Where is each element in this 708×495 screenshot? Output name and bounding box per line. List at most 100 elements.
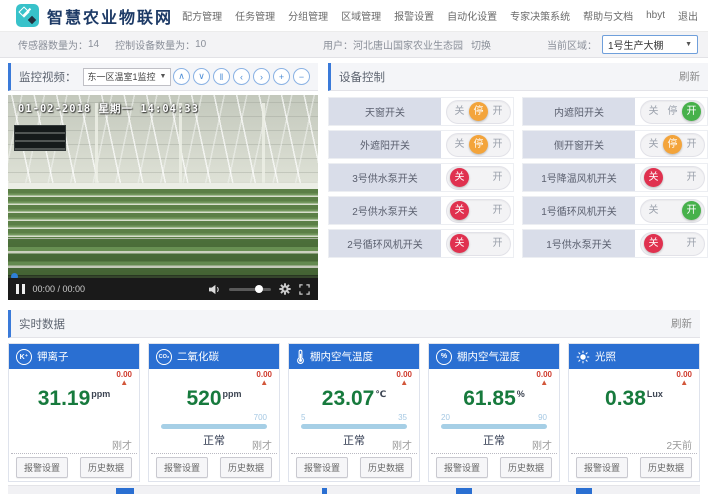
video-player[interactable]: 01-02-2018 星期一 14:04:33 00:00 / 00:00: [8, 95, 318, 300]
sensor-range: 535: [301, 414, 407, 422]
sensor-value-number: 520: [186, 387, 221, 410]
switch-state-on[interactable]: 开: [682, 168, 701, 187]
thermometer-icon: [296, 349, 305, 364]
device-switch[interactable]: 关开: [446, 166, 511, 190]
switch-state-on[interactable]: 开: [682, 234, 701, 253]
sensor-last-updated: 刚才: [392, 437, 412, 452]
device-label: 1号供水泵开关: [523, 230, 635, 257]
device-switch[interactable]: 关开: [640, 166, 705, 190]
sensor-card-buttons: 报警设置历史数据: [569, 454, 699, 481]
nav-item[interactable]: 报警设置: [394, 8, 434, 23]
history-data-button[interactable]: 历史数据: [80, 457, 132, 478]
nav-item[interactable]: 配方管理: [182, 8, 222, 23]
switch-state-on[interactable]: 开: [488, 168, 507, 187]
device-switch[interactable]: 关开: [640, 232, 705, 256]
realtime-refresh-link[interactable]: 刷新: [671, 316, 692, 331]
nav-item[interactable]: 区域管理: [341, 8, 381, 23]
nav-item[interactable]: 专家决策系统: [510, 8, 570, 23]
trend-up-icon: ▲: [676, 379, 692, 387]
volume-slider-handle[interactable]: [255, 285, 263, 293]
volume-slider[interactable]: [229, 288, 271, 291]
history-data-button[interactable]: 历史数据: [220, 457, 272, 478]
switch-state-off[interactable]: 关: [644, 234, 663, 253]
switch-state-off[interactable]: 关: [450, 135, 469, 154]
alarm-settings-button[interactable]: 报警设置: [576, 457, 628, 478]
history-data-button[interactable]: 历史数据: [360, 457, 412, 478]
device-switch[interactable]: 关停开: [446, 100, 511, 124]
sensor-card: CO₂二氧化碳0.00▲520ppm700正常刚才报警设置历史数据: [148, 343, 280, 482]
sensor-range-bar: [441, 424, 547, 429]
switch-state-stop[interactable]: 停: [663, 135, 682, 154]
pause-button[interactable]: [16, 284, 25, 294]
alarm-settings-button[interactable]: 报警设置: [296, 457, 348, 478]
switch-state-on[interactable]: 开: [682, 201, 701, 220]
nav-item[interactable]: hbyt: [646, 10, 665, 21]
sensor-card-header: 光照: [569, 344, 699, 369]
zoom-out-button[interactable]: −: [293, 68, 310, 85]
region-select[interactable]: 1号生产大棚 ▼: [602, 35, 698, 54]
switch-state-on[interactable]: 开: [682, 135, 701, 154]
sensor-count-value: 14: [88, 39, 99, 50]
camera-select[interactable]: 东一区温室1监控 ▼: [83, 68, 172, 86]
switch-state-off[interactable]: 关: [450, 102, 469, 121]
pan-down-button[interactable]: ∨: [193, 68, 210, 85]
alarm-settings-button[interactable]: 报警设置: [16, 457, 68, 478]
switch-state-off[interactable]: 关: [644, 102, 663, 121]
switch-state-stop[interactable]: 停: [469, 135, 488, 154]
pan-right-button[interactable]: ›: [253, 68, 270, 85]
zoom-in-button[interactable]: +: [273, 68, 290, 85]
alarm-settings-button[interactable]: 报警设置: [156, 457, 208, 478]
device-label: 天窗开关: [329, 98, 441, 125]
switch-state-stop[interactable]: 停: [663, 102, 682, 121]
device-row: 外遮阳开关关停开: [328, 130, 514, 159]
switch-state-on[interactable]: 开: [488, 201, 507, 220]
nav-item[interactable]: 自动化设置: [447, 8, 497, 23]
pan-left-button[interactable]: ‹: [233, 68, 250, 85]
sensor-value-number: 23.07: [322, 387, 375, 410]
switch-state-off[interactable]: 关: [450, 168, 469, 187]
user-label: 用户：: [323, 37, 353, 52]
fullscreen-icon[interactable]: [299, 284, 310, 295]
range-max: 700: [254, 414, 267, 422]
device-row: 内遮阳开关关停开: [522, 97, 708, 126]
switch-state-on[interactable]: 开: [488, 102, 507, 121]
volume-icon[interactable]: [208, 284, 221, 295]
settings-gear-icon[interactable]: [279, 283, 291, 295]
camera-select-value: 东一区温室1监控: [88, 70, 156, 83]
range-max: 35: [398, 414, 407, 422]
sensor-last-updated: 2天前: [666, 437, 692, 452]
nav-item[interactable]: 分组管理: [288, 8, 328, 23]
device-control-panel: 设备控制 刷新 天窗开关关停开外遮阳开关关停开3号供水泵开关关开2号供水泵开关关…: [328, 63, 708, 300]
history-data-button[interactable]: 历史数据: [640, 457, 692, 478]
switch-state-stop[interactable]: 停: [469, 102, 488, 121]
pause-button[interactable]: ‖: [213, 68, 230, 85]
switch-user-link[interactable]: 切换: [471, 37, 491, 52]
switch-state-on[interactable]: 开: [488, 135, 507, 154]
switch-state-off[interactable]: 关: [450, 234, 469, 253]
device-switch[interactable]: 关停开: [640, 100, 705, 124]
device-switch[interactable]: 关开: [446, 199, 511, 223]
nav-item[interactable]: 任务管理: [235, 8, 275, 23]
device-switch[interactable]: 关停开: [640, 133, 705, 157]
switch-state-off[interactable]: 关: [644, 168, 663, 187]
device-label: 1号循环风机开关: [523, 197, 635, 224]
device-switch[interactable]: 关开: [446, 232, 511, 256]
switch-state-off[interactable]: 关: [450, 201, 469, 220]
switch-state-off[interactable]: 关: [644, 201, 663, 220]
switch-state-off[interactable]: 关: [644, 135, 663, 154]
nav-item[interactable]: 帮助与文档: [583, 8, 633, 23]
alarm-settings-button[interactable]: 报警设置: [436, 457, 488, 478]
device-switch[interactable]: 关停开: [446, 133, 511, 157]
pan-up-button[interactable]: ∧: [173, 68, 190, 85]
device-refresh-link[interactable]: 刷新: [679, 69, 700, 84]
nav-item[interactable]: 退出: [678, 8, 698, 23]
video-scene-signboard: [14, 125, 66, 151]
switch-state-on[interactable]: 开: [682, 102, 701, 121]
switch-state-on[interactable]: 开: [488, 234, 507, 253]
delta-indicator: 0.00▲: [676, 371, 692, 387]
video-time: 00:00 / 00:00: [33, 284, 86, 294]
history-data-button[interactable]: 历史数据: [500, 457, 552, 478]
device-switch[interactable]: 关开: [640, 199, 705, 223]
trend-up-icon: ▲: [396, 379, 412, 387]
device-row: 1号供水泵开关关开: [522, 229, 708, 258]
